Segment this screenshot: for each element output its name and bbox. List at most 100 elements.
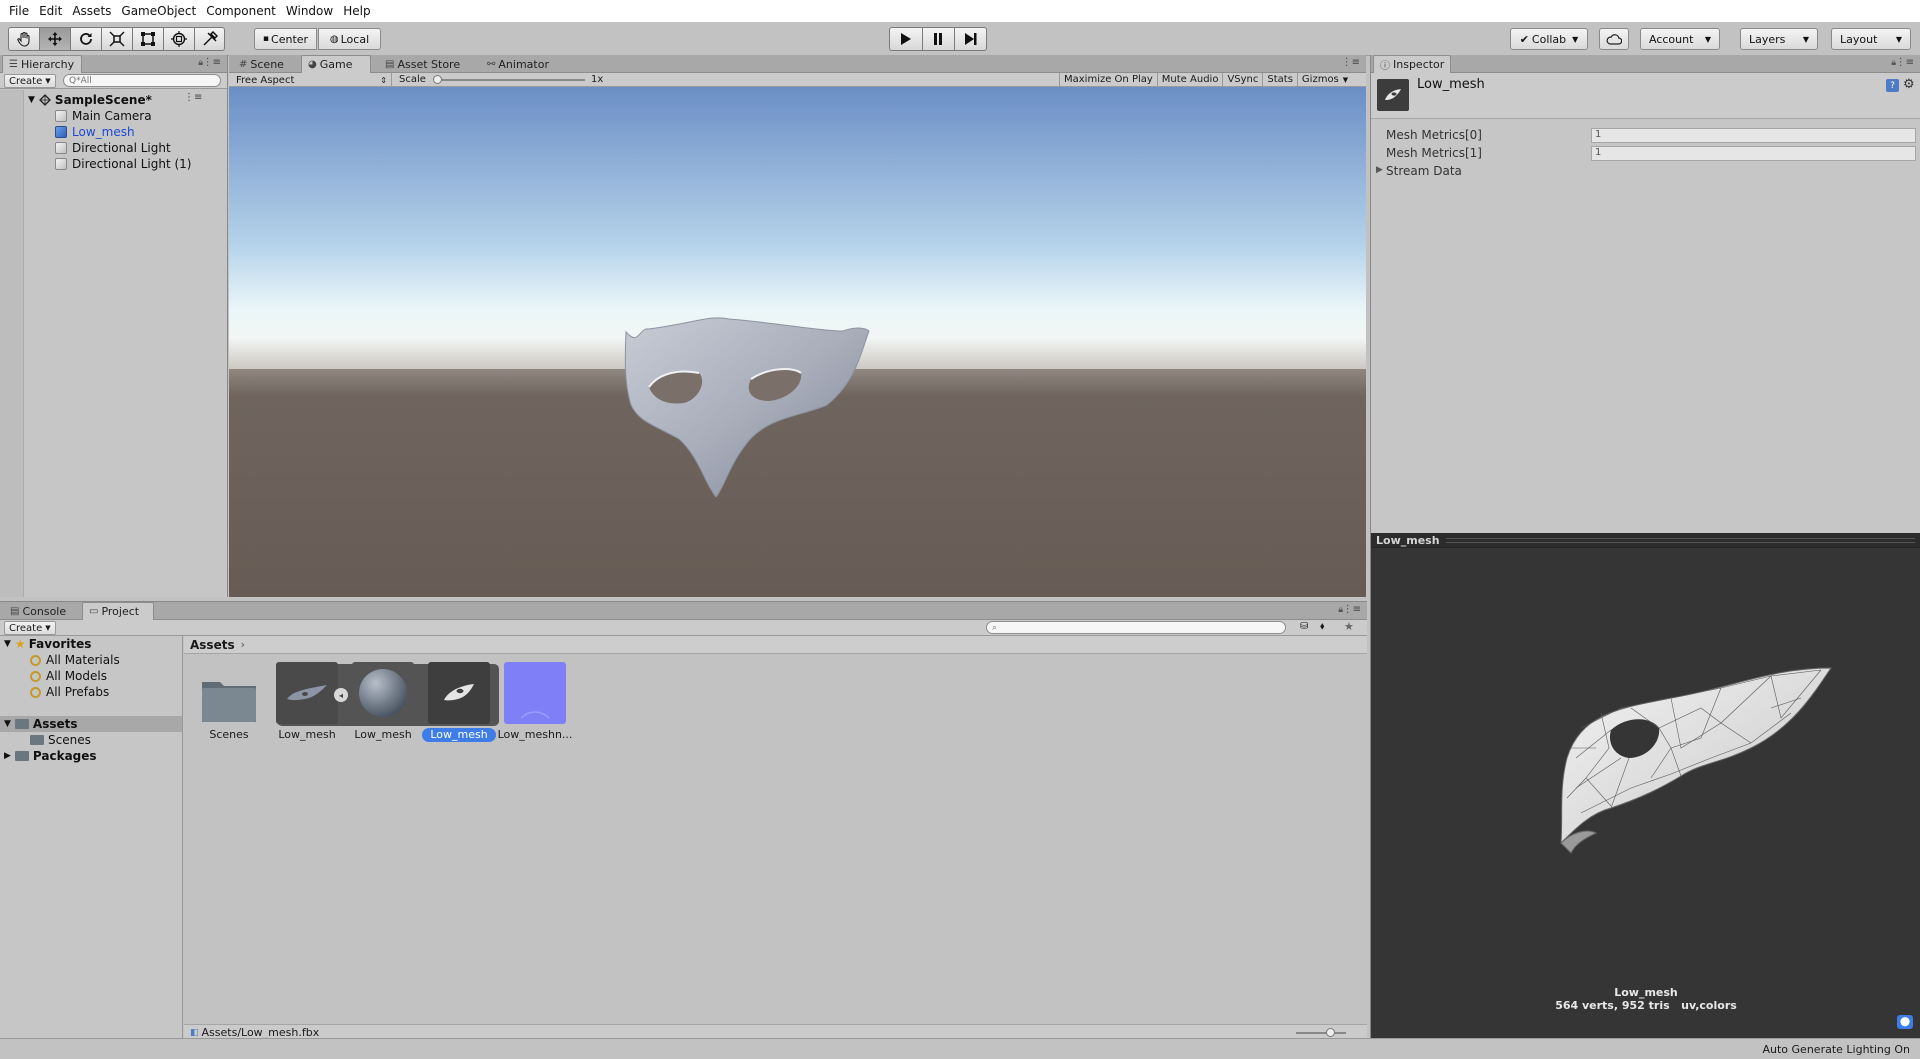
panel-menu-icon[interactable]: ⋮≡ bbox=[1896, 57, 1914, 68]
menu-edit[interactable]: Edit bbox=[34, 0, 67, 22]
move-tool-icon[interactable] bbox=[39, 27, 70, 51]
tab-animator[interactable]: ⚯ Animator bbox=[481, 55, 555, 73]
expand-arrow-icon: ▶ bbox=[1376, 165, 1383, 175]
hierarchy-item-low-mesh[interactable]: Low_mesh bbox=[55, 124, 135, 140]
hierarchy-item-main-camera[interactable]: Main Camera bbox=[55, 108, 152, 124]
menu-file[interactable]: File bbox=[4, 0, 34, 22]
favorite-all-materials[interactable]: All Materials bbox=[30, 652, 120, 668]
panel-menu-icon[interactable]: ⋮≡ bbox=[203, 57, 221, 68]
stream-data-label: Stream Data bbox=[1386, 164, 1462, 178]
menu-help[interactable]: Help bbox=[338, 0, 375, 22]
asset-low-mesh-normal[interactable]: Low_meshn... bbox=[496, 662, 574, 742]
panel-menu-icon[interactable]: ⋮≡ bbox=[1342, 57, 1360, 68]
asset-scenes-folder[interactable]: Scenes bbox=[190, 662, 268, 742]
tab-hierarchy[interactable]: ☰ Hierarchy bbox=[2, 55, 82, 73]
tree-scenes-folder[interactable]: Scenes bbox=[30, 732, 91, 748]
rect-tool-icon[interactable] bbox=[132, 27, 163, 51]
preview-header[interactable]: Low_mesh bbox=[1371, 533, 1920, 548]
create-label: Create bbox=[9, 622, 43, 634]
mesh-metrics-0-row: Mesh Metrics[0] 1 bbox=[1371, 127, 1920, 144]
cloud-icon bbox=[1606, 33, 1622, 45]
asset-low-mesh-material[interactable]: Low_mesh bbox=[344, 662, 422, 742]
mute-audio-toggle[interactable]: Mute Audio bbox=[1156, 73, 1223, 87]
expand-arrow-icon: ▼ bbox=[4, 639, 11, 649]
asset-low-mesh-model[interactable]: Low_mesh bbox=[268, 662, 346, 742]
packages-row[interactable]: ▶ Packages bbox=[4, 748, 97, 764]
stream-data-foldout[interactable]: ▶ Stream Data bbox=[1371, 163, 1920, 180]
drag-handle[interactable] bbox=[1445, 537, 1915, 543]
rotate-tool-icon[interactable] bbox=[70, 27, 101, 51]
gear-icon[interactable]: ⚙ bbox=[1903, 77, 1915, 92]
tab-scene[interactable]: # Scene bbox=[233, 55, 290, 73]
favorite-all-prefabs[interactable]: All Prefabs bbox=[30, 684, 109, 700]
filter-type-icon[interactable]: ⛁ bbox=[1300, 621, 1308, 632]
stats-toggle[interactable]: Stats bbox=[1262, 73, 1297, 87]
game-tabstrip: # Scene ◕ Game ▤ Asset Store ⚯ Animator ⋮≡ bbox=[229, 55, 1366, 73]
favorite-star-icon[interactable]: ★ bbox=[1344, 620, 1354, 633]
thumbnail-size-slider[interactable] bbox=[1296, 1032, 1346, 1034]
folder-icon bbox=[14, 719, 29, 729]
menu-window[interactable]: Window bbox=[281, 0, 338, 22]
menu-assets[interactable]: Assets bbox=[67, 0, 116, 22]
search-icon: ⌕ bbox=[992, 622, 998, 633]
panel-menu-icon[interactable]: ⋮≡ bbox=[1343, 604, 1361, 615]
assets-row[interactable]: ▼ Assets bbox=[0, 716, 182, 732]
favorites-row[interactable]: ▼ ★ Favorites bbox=[4, 636, 91, 652]
game-options: Maximize On Play Mute Audio VSync Stats … bbox=[1059, 73, 1352, 87]
scale-slider[interactable] bbox=[435, 79, 585, 81]
prefab-icon bbox=[55, 126, 67, 138]
layout-dropdown[interactable]: Layout ▼ bbox=[1831, 28, 1911, 50]
mesh-metrics-1-field[interactable]: 1 bbox=[1591, 146, 1916, 161]
filter-label-icon[interactable]: ⬧ bbox=[1320, 621, 1325, 632]
transform-tool-icon[interactable] bbox=[163, 27, 194, 51]
favorite-all-models[interactable]: All Models bbox=[30, 668, 107, 684]
wireframe-preview[interactable] bbox=[1371, 548, 1920, 988]
pivot-local-button[interactable]: ◍ Local bbox=[318, 28, 381, 50]
tab-asset-store[interactable]: ▤ Asset Store bbox=[379, 55, 466, 73]
menu-component[interactable]: Component bbox=[201, 0, 281, 22]
hierarchy-create-button[interactable]: Create ▼ bbox=[4, 74, 56, 88]
menu-gameobject[interactable]: GameObject bbox=[116, 0, 201, 22]
hand-tool-icon[interactable] bbox=[8, 27, 39, 51]
hierarchy-item-directional-light[interactable]: Directional Light bbox=[55, 140, 171, 156]
chevron-right-icon: › bbox=[240, 638, 245, 651]
hierarchy-search-input[interactable]: Q*All bbox=[63, 74, 221, 87]
cloud-button[interactable] bbox=[1599, 28, 1629, 50]
tab-console[interactable]: ▤ Console bbox=[4, 602, 72, 620]
chevron-down-icon: ▼ bbox=[1572, 34, 1579, 44]
layers-dropdown[interactable]: Layers ▼ bbox=[1740, 28, 1818, 50]
tab-inspector[interactable]: ⓘ Inspector bbox=[1373, 55, 1451, 73]
hierarchy-item-directional-light-1[interactable]: Directional Light (1) bbox=[55, 156, 191, 172]
project-search-input[interactable]: ⌕ bbox=[986, 621, 1286, 634]
project-create-button[interactable]: Create ▼ bbox=[4, 621, 56, 635]
breadcrumb-assets[interactable]: Assets bbox=[190, 638, 235, 652]
pivot-center-button[interactable]: ▪ Center bbox=[254, 28, 317, 50]
account-dropdown[interactable]: Account ▼ bbox=[1640, 28, 1720, 50]
mesh-metrics-0-field[interactable]: 1 bbox=[1591, 128, 1916, 143]
thumbnail-size-thumb[interactable] bbox=[1326, 1028, 1335, 1037]
space-label: Local bbox=[340, 32, 370, 46]
scale-tool-icon[interactable] bbox=[101, 27, 132, 51]
step-button[interactable] bbox=[954, 27, 987, 51]
lighting-status[interactable]: Auto Generate Lighting On bbox=[1763, 1043, 1911, 1056]
label-tag-icon[interactable]: ⬤ bbox=[1897, 1015, 1913, 1029]
game-viewport[interactable] bbox=[229, 87, 1366, 597]
chevron-down-icon: ▼ bbox=[45, 77, 51, 85]
tab-project[interactable]: ▭ Project bbox=[82, 602, 154, 620]
help-book-icon[interactable]: ? bbox=[1886, 79, 1899, 92]
play-controls bbox=[889, 27, 987, 51]
pause-button[interactable] bbox=[921, 27, 955, 51]
scene-row[interactable]: ▼ SampleScene* bbox=[28, 92, 152, 108]
asset-label: Low_mesh bbox=[354, 728, 412, 741]
collab-button[interactable]: ✔ Collab ▼ bbox=[1510, 28, 1588, 50]
scale-slider-thumb[interactable] bbox=[433, 75, 442, 84]
gizmos-dropdown[interactable]: Gizmos ▼ bbox=[1296, 73, 1352, 87]
play-button[interactable] bbox=[889, 27, 922, 51]
maximize-on-play-toggle[interactable]: Maximize On Play bbox=[1059, 73, 1157, 87]
asset-low-mesh-mesh[interactable]: Low_mesh bbox=[420, 662, 498, 742]
vsync-toggle[interactable]: VSync bbox=[1222, 73, 1262, 87]
tab-game[interactable]: ◕ Game bbox=[301, 55, 371, 73]
custom-tool-icon[interactable] bbox=[194, 27, 225, 51]
scene-menu-icon[interactable]: ⋮≡ bbox=[184, 92, 202, 103]
aspect-dropdown[interactable]: Free Aspect ⇕ bbox=[232, 73, 392, 87]
